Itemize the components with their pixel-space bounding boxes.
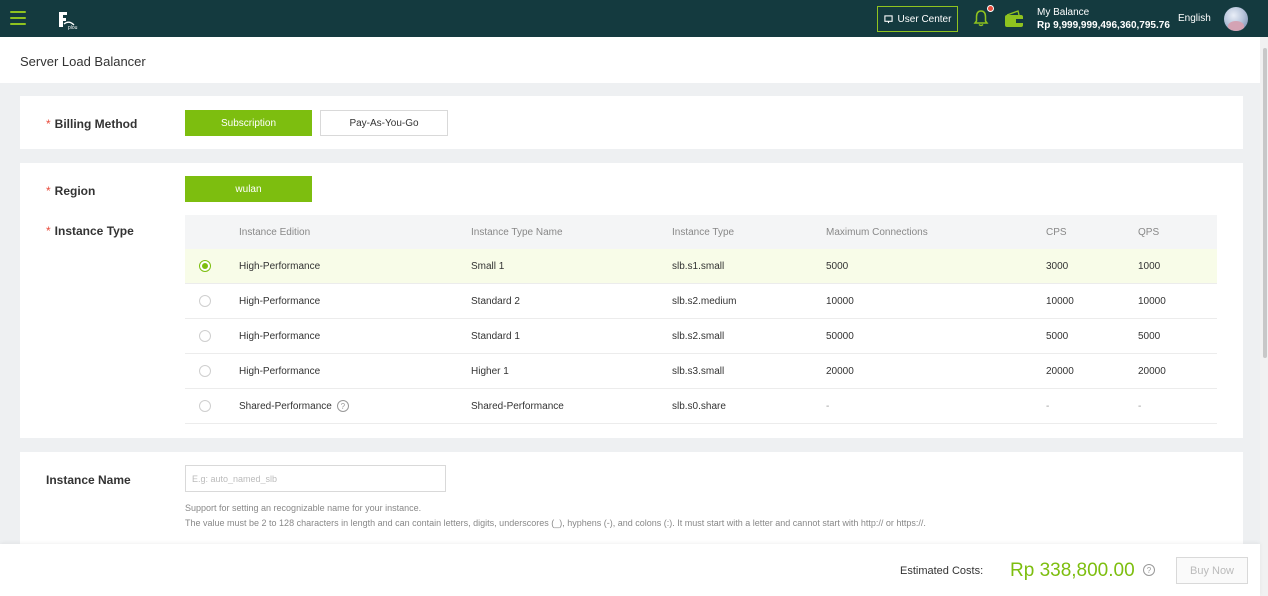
instance-name-input[interactable] (185, 465, 446, 492)
column-header: Instance Type (672, 226, 735, 238)
instance-type-code: slb.s2.medium (672, 295, 737, 307)
instance-radio-selected[interactable] (199, 260, 211, 272)
balance-label: My Balance (1037, 7, 1090, 18)
monitor-icon (883, 14, 893, 23)
column-header: QPS (1138, 226, 1160, 238)
bell-icon[interactable] (973, 9, 989, 27)
avatar[interactable] (1224, 7, 1248, 31)
instance-radio[interactable] (199, 365, 211, 377)
table-row[interactable]: High-Performance Higher 1 slb.s3.small 2… (185, 354, 1217, 389)
instance-type-code: slb.s2.small (672, 330, 725, 342)
max-connections: 20000 (826, 365, 854, 377)
region-label: * Region (46, 184, 96, 198)
help-icon[interactable]: ? (1143, 564, 1155, 576)
notification-dot (987, 5, 994, 12)
user-center-button[interactable]: User Center (877, 6, 958, 32)
page-header: Server Load Balancer (0, 37, 1260, 83)
cps-value: 10000 (1046, 295, 1074, 307)
page-title: Server Load Balancer (20, 54, 146, 69)
cps-value: 5000 (1046, 330, 1069, 342)
top-navigation-bar: plou User Center My Balance Rp 9,999,999… (0, 0, 1268, 37)
order-footer: Estimated Costs: Rp 338,800.00 ? Buy Now (0, 544, 1260, 596)
cps-value: 3000 (1046, 260, 1069, 272)
instance-edition: High-Performance (239, 330, 321, 342)
page-scrollbar-thumb[interactable] (1263, 48, 1267, 358)
instance-type-code: slb.s3.small (672, 365, 725, 377)
billing-card: * Billing Method Subscription Pay-As-You-… (20, 96, 1243, 149)
estimated-costs-label: Estimated Costs: (900, 565, 984, 577)
max-connections: - (826, 400, 830, 412)
instance-type-code: slb.s1.small (672, 260, 725, 272)
instance-type-name: Shared-Performance (471, 400, 564, 412)
billing-payg-button[interactable]: Pay-As-You-Go (320, 110, 448, 136)
instance-name-label: Instance Name (46, 473, 131, 487)
billing-method-label: * Billing Method (46, 117, 138, 131)
instance-edition: High-Performance (239, 365, 321, 377)
qps-value: - (1138, 400, 1142, 412)
table-row[interactable]: High-Performance Small 1 slb.s1.small 50… (185, 249, 1217, 284)
column-header: Instance Type Name (471, 226, 563, 238)
column-header: CPS (1046, 226, 1067, 238)
instance-radio[interactable] (199, 400, 211, 412)
wallet-icon[interactable] (1004, 10, 1024, 28)
balance-display: My Balance Rp 9,999,999,496,360,795.76 (1037, 7, 1170, 33)
instance-edition: Shared-Performance (239, 400, 332, 412)
region-wulan-button[interactable]: wulan (185, 176, 312, 202)
table-row[interactable]: High-Performance Standard 1 slb.s2.small… (185, 319, 1217, 354)
qps-value: 10000 (1138, 295, 1166, 307)
instance-type-name: Standard 1 (471, 330, 520, 342)
instance-type-name: Small 1 (471, 260, 505, 272)
help-icon[interactable]: ? (336, 400, 349, 412)
qps-value: 20000 (1138, 365, 1166, 377)
instance-type-label: * Instance Type (46, 224, 134, 238)
svg-text:plou: plou (68, 25, 78, 30)
cps-value: - (1046, 400, 1050, 412)
table-header: Instance Edition Instance Type Name Inst… (185, 215, 1217, 249)
required-marker: * (46, 224, 51, 238)
instance-type-code: slb.s0.share (672, 400, 726, 412)
instance-edition-cell: Shared-Performance ? (239, 389, 349, 423)
buy-now-button[interactable]: Buy Now (1176, 557, 1248, 584)
instance-radio[interactable] (199, 330, 211, 342)
instance-edition: High-Performance (239, 295, 321, 307)
qps-value: 5000 (1138, 330, 1161, 342)
user-center-label: User Center (897, 13, 952, 25)
instance-name-help: Support for setting an recognizable name… (185, 503, 422, 513)
max-connections: 10000 (826, 295, 854, 307)
instance-config-card: * Region wulan * Instance Type Instance Ed… (20, 163, 1243, 438)
table-row[interactable]: High-Performance Standard 2 slb.s2.mediu… (185, 284, 1217, 319)
max-connections: 50000 (826, 330, 854, 342)
menu-icon[interactable] (10, 11, 26, 25)
qps-value: 1000 (1138, 260, 1161, 272)
max-connections: 5000 (826, 260, 849, 272)
estimated-costs-value: Rp 338,800.00 (1010, 560, 1135, 581)
cps-value: 20000 (1046, 365, 1074, 377)
instance-type-table: Instance Edition Instance Type Name Inst… (185, 215, 1217, 424)
instance-name-rules: The value must be 2 to 128 characters in… (185, 518, 926, 528)
instance-type-name: Higher 1 (471, 365, 509, 377)
table-row[interactable]: Shared-Performance ? Shared-Performance … (185, 389, 1217, 424)
required-marker: * (46, 117, 51, 131)
column-header: Instance Edition (239, 226, 311, 238)
instance-type-name: Standard 2 (471, 295, 520, 307)
billing-subscription-button[interactable]: Subscription (185, 110, 312, 136)
balance-value: Rp 9,999,999,496,360,795.76 (1037, 20, 1170, 31)
required-marker: * (46, 184, 51, 198)
instance-name-card: Instance Name Support for setting an rec… (20, 452, 1243, 544)
column-header: Maximum Connections (826, 226, 928, 238)
language-selector[interactable]: English (1178, 13, 1211, 24)
brand-logo[interactable]: plou (56, 10, 84, 30)
instance-edition: High-Performance (239, 260, 321, 272)
instance-radio[interactable] (199, 295, 211, 307)
